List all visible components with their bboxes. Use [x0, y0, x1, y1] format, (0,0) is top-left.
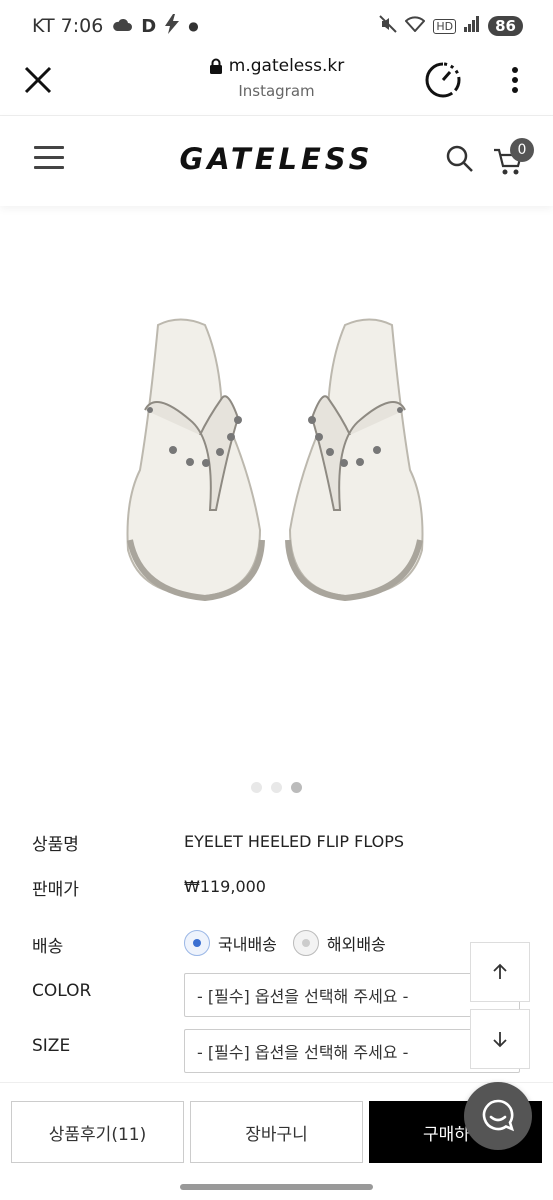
chat-button[interactable]	[464, 1082, 532, 1150]
more-vertical-icon	[512, 67, 518, 93]
product-image[interactable]	[110, 300, 440, 610]
wifi-icon	[404, 15, 426, 37]
speedometer-icon	[425, 62, 461, 98]
search-button[interactable]	[445, 144, 475, 174]
product-price: ₩119,000	[184, 877, 266, 896]
review-button[interactable]: 상품후기(11)	[11, 1101, 184, 1163]
product-name-label: 상품명	[32, 835, 79, 855]
color-label: COLOR	[32, 981, 92, 1001]
hd-label: HD	[433, 18, 457, 34]
url-line: m.gateless.kr	[209, 56, 344, 76]
signal-icon	[464, 15, 480, 37]
dot-icon: ●	[188, 19, 199, 33]
battery-level: 86	[488, 16, 523, 36]
gallery-dot-active[interactable]	[291, 782, 302, 793]
carrier-time: KT 7:06	[32, 15, 104, 37]
browser-bar: m.gateless.kr Instagram	[0, 52, 553, 116]
search-icon	[446, 145, 473, 172]
site-header: GATELESS	[0, 116, 553, 206]
url-box[interactable]: m.gateless.kr Instagram	[0, 56, 553, 100]
arrow-up-icon	[493, 963, 507, 979]
price-label: 판매가	[32, 880, 79, 900]
page-speed-button[interactable]	[423, 60, 463, 100]
shipping-domestic-radio[interactable]: 국내배송	[184, 930, 277, 956]
bolt-icon	[165, 13, 180, 39]
chat-bubble-icon	[482, 1099, 515, 1132]
gallery-dot[interactable]	[271, 782, 282, 793]
shipping-radio-group: 국내배송 해외배송	[184, 930, 386, 956]
size-select-value: - [필수] 옵션을 선택해 주세요 -	[197, 1043, 409, 1062]
shipping-overseas-radio[interactable]: 해외배송	[292, 930, 386, 956]
lock-icon	[209, 58, 222, 74]
arrow-down-icon	[493, 1032, 507, 1048]
gallery-pagination	[0, 782, 553, 793]
cart-count-badge: 0	[510, 138, 534, 162]
mute-icon	[379, 14, 398, 38]
radio-checked-icon	[184, 930, 210, 956]
add-to-cart-button[interactable]: 장바구니	[190, 1101, 363, 1163]
status-right: HD 86	[379, 14, 523, 38]
home-indicator[interactable]	[180, 1184, 373, 1190]
url-text: m.gateless.kr	[228, 56, 345, 76]
scroll-top-button[interactable]	[470, 942, 530, 1002]
radio-unchecked-icon	[292, 930, 319, 956]
radio-label: 국내배송	[218, 935, 277, 954]
cloud-icon	[112, 15, 133, 37]
product-name: EYELET HEELED FLIP FLOPS	[184, 832, 405, 851]
scroll-bottom-button[interactable]	[470, 1009, 530, 1069]
d-app-icon: D	[141, 15, 157, 37]
url-source: Instagram	[238, 82, 315, 100]
status-left: KT 7:06 D ●	[32, 13, 199, 39]
color-select-value: - [필수] 옵션을 선택해 주세요 -	[197, 987, 409, 1006]
browser-menu-button[interactable]	[505, 64, 525, 96]
shipping-label: 배송	[32, 937, 64, 957]
size-label: SIZE	[32, 1036, 71, 1056]
status-bar: KT 7:06 D ● HD 86	[0, 0, 553, 52]
radio-label: 해외배송	[326, 935, 386, 954]
gallery-dot[interactable]	[251, 782, 262, 793]
